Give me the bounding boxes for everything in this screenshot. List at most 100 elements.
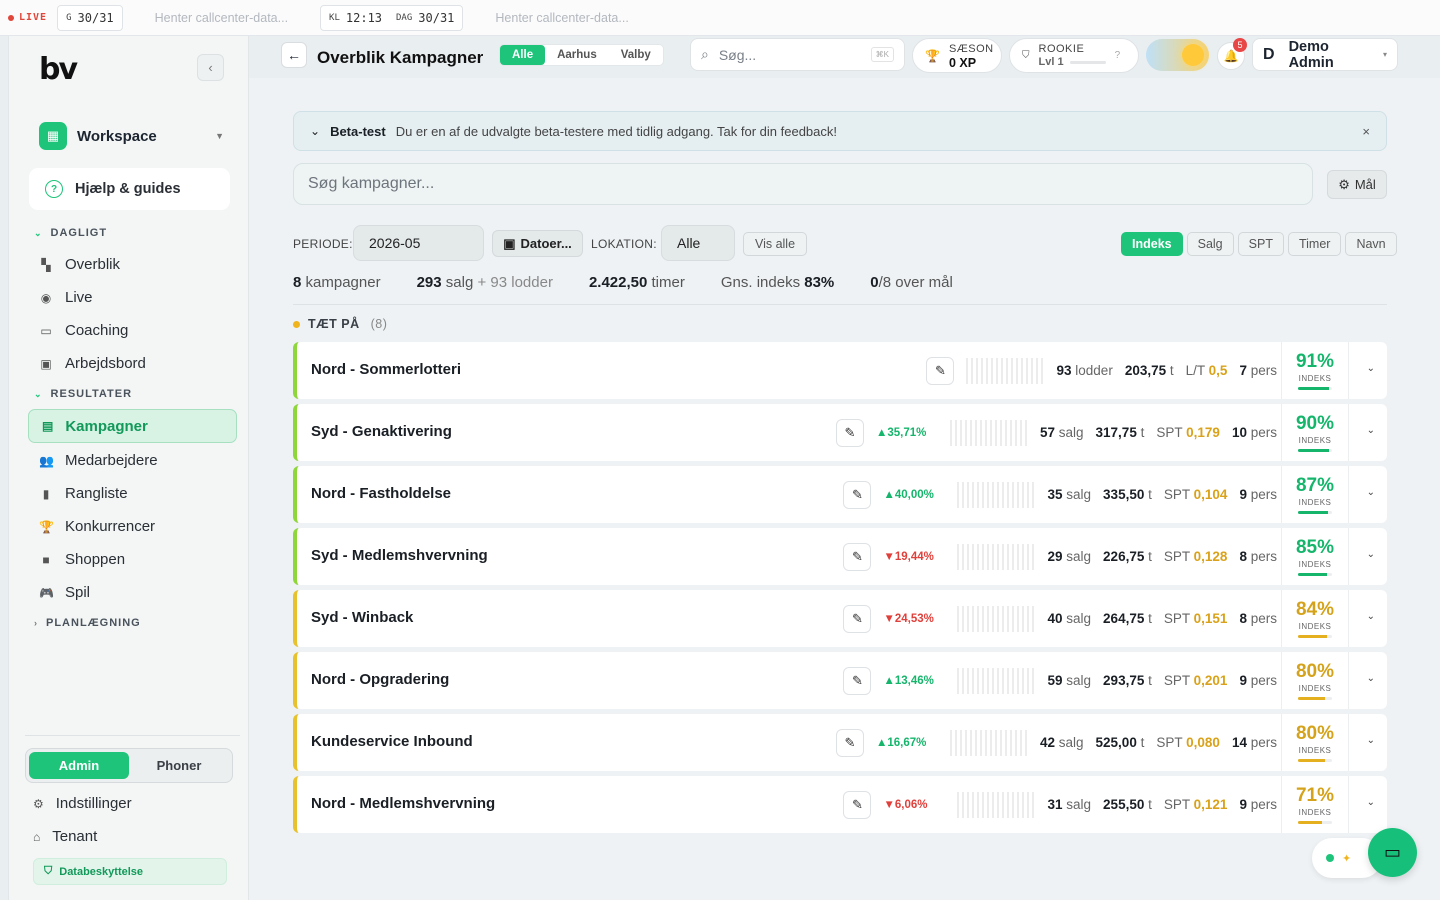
sidebar-item-overblik[interactable]: ▚ Overblik xyxy=(39,256,120,273)
period-input[interactable]: 2026-05 xyxy=(353,225,484,261)
logo[interactable]: bv xyxy=(39,52,78,87)
sort-spt[interactable]: SPT xyxy=(1237,232,1284,256)
back-button[interactable]: ← xyxy=(281,42,307,68)
tab-alle[interactable]: Alle xyxy=(500,45,546,65)
chevron-down-icon[interactable]: ⌄ xyxy=(1367,363,1375,374)
edit-button[interactable]: ✎ xyxy=(843,542,872,571)
flask-icon: ⌄ xyxy=(310,124,321,138)
sidebar-item-label: Shoppen xyxy=(65,551,126,568)
close-icon[interactable]: × xyxy=(1362,124,1370,139)
index-box: 91% INDEKS xyxy=(1281,342,1349,399)
sidebar-item-shoppen[interactable]: ■ Shoppen xyxy=(39,551,125,568)
chat-button[interactable]: ▭ xyxy=(1368,828,1417,877)
location-select[interactable]: Alle xyxy=(661,225,735,261)
stat-value: 8 xyxy=(1239,611,1247,626)
index-label: INDEKS xyxy=(1298,435,1332,445)
edit-button[interactable]: ✎ xyxy=(835,728,864,757)
campaign-row[interactable]: Syd - Genaktivering ✎ ▲35,71% 57 salg 31… xyxy=(293,404,1387,461)
show-all-button[interactable]: Vis alle xyxy=(743,232,807,256)
avatar: D xyxy=(1263,45,1275,63)
stat-value: 9 xyxy=(1239,673,1247,688)
stat-unit: salg xyxy=(1066,673,1092,688)
stat-persons: 14 pers xyxy=(1232,735,1277,750)
campaign-row[interactable]: Kundeservice Inbound ✎ ▲16,67% 42 salg 5… xyxy=(293,714,1387,771)
sidebar-item-rangliste[interactable]: ▮ Rangliste xyxy=(39,485,128,502)
sidebar-item-medarbejdere[interactable]: 👥 Medarbejdere xyxy=(39,452,158,469)
rookie-level-badge[interactable]: ⛉ ROOKIE Lvl 1 ? xyxy=(1009,38,1139,73)
campaign-row[interactable]: Syd - Winback ✎ ▼24,53% 40 salg 264,75 t… xyxy=(293,590,1387,647)
privacy-link[interactable]: ⛉ Databeskyttelse xyxy=(33,858,227,885)
stat-value: 93 xyxy=(1056,363,1072,378)
pencil-icon: ✎ xyxy=(844,734,856,750)
chevron-down-icon[interactable]: ⌄ xyxy=(1367,549,1375,560)
stat-hours: 335,50 t xyxy=(1103,487,1152,502)
stat-value: 335,50 xyxy=(1103,487,1145,502)
sidebar-item-konkurrencer[interactable]: 🏆 Konkurrencer xyxy=(39,518,155,535)
ticker-key: KL xyxy=(329,12,340,23)
sort-timer[interactable]: Timer xyxy=(1287,232,1342,256)
role-phoner-button[interactable]: Phoner xyxy=(129,752,229,779)
sidebar-item-tenant[interactable]: ⌂ Tenant xyxy=(33,828,97,845)
chevron-down-icon[interactable]: ⌄ xyxy=(1367,487,1375,498)
edit-button[interactable]: ✎ xyxy=(926,356,955,385)
sidebar-item-arbejdsbord[interactable]: ▣ Arbejdsbord xyxy=(39,355,146,372)
pencil-icon: ✎ xyxy=(852,610,863,626)
campaign-row[interactable]: Syd - Medlemshvervning ✎ ▼19,44% 29 salg… xyxy=(293,528,1387,585)
edit-button[interactable]: ✎ xyxy=(843,666,872,695)
goals-button[interactable]: ⚙ Mål xyxy=(1327,170,1387,199)
edit-button[interactable]: ✎ xyxy=(843,604,872,633)
campaign-row[interactable]: Nord - Fastholdelse ✎ ▲40,00% 35 salg 33… xyxy=(293,466,1387,523)
sort-navn[interactable]: Navn xyxy=(1345,232,1397,256)
help-guides-button[interactable]: ? Hjælp & guides xyxy=(29,168,230,210)
section-results[interactable]: ⌄ RESULTATER xyxy=(34,388,132,400)
privacy-label: Databeskyttelse xyxy=(59,865,144,878)
tab-valby[interactable]: Valby xyxy=(609,45,663,65)
section-planning[interactable]: › PLANLÆGNING xyxy=(34,617,141,629)
stat-hours: 255,50 t xyxy=(1103,797,1152,812)
chevron-down-icon[interactable]: ⌄ xyxy=(1367,735,1375,746)
sort-indeks[interactable]: Indeks xyxy=(1121,232,1183,256)
edit-button[interactable]: ✎ xyxy=(843,480,872,509)
sort-salg[interactable]: Salg xyxy=(1186,232,1234,256)
campaign-row[interactable]: Nord - Medlemshvervning ✎ ▼6,06% 31 salg… xyxy=(293,776,1387,833)
stat-value: 14 xyxy=(1231,735,1247,750)
sidebar-item-settings[interactable]: ⚙ Indstillinger xyxy=(33,795,132,812)
workspace-selector[interactable]: ▦ Workspace ▼ xyxy=(39,122,224,150)
rookie-level: Lvl 1 xyxy=(1038,55,1064,68)
sidebar-item-coaching[interactable]: ▭ Coaching xyxy=(39,322,128,339)
sparkline xyxy=(957,667,1036,694)
chevron-down-icon[interactable]: ⌄ xyxy=(1367,425,1375,436)
stat-unit: t xyxy=(1148,487,1152,502)
trend-badge: ▲40,00% xyxy=(883,488,934,501)
campaign-row[interactable]: Nord - Sommerlotteri ✎ 93 lodder 203,75 … xyxy=(293,342,1387,399)
stat-unit: salg xyxy=(1066,487,1092,502)
trend-badge: ▼19,44% xyxy=(883,550,934,563)
edit-button[interactable]: ✎ xyxy=(835,418,864,447)
edit-button[interactable]: ✎ xyxy=(843,790,872,819)
section-daily[interactable]: ⌄ DAGLIGT xyxy=(34,227,107,239)
collapse-sidebar-button[interactable]: ‹ xyxy=(197,54,224,81)
global-search-input[interactable]: ⌕ Søg... ⌘K xyxy=(690,38,905,71)
chevron-down-icon[interactable]: ⌄ xyxy=(1367,611,1375,622)
role-admin-button[interactable]: Admin xyxy=(29,752,129,779)
stat-hours: 264,75 t xyxy=(1103,611,1152,626)
index-value: 91% xyxy=(1295,350,1335,372)
chevron-down-icon[interactable]: ⌄ xyxy=(1367,797,1375,808)
sidebar-item-label: Live xyxy=(65,289,93,306)
chevron-down-icon[interactable]: ⌄ xyxy=(1367,673,1375,684)
sidebar-item-kampagner[interactable]: ▤ Kampagner xyxy=(28,409,237,443)
sidebar-item-live[interactable]: ◉ Live xyxy=(39,289,93,306)
dates-button[interactable]: ▣ Datoer... xyxy=(492,230,583,257)
user-menu[interactable]: D Demo Admin ▾ xyxy=(1252,38,1398,71)
theme-toggle[interactable] xyxy=(1146,39,1209,71)
season-xp-badge[interactable]: 🏆 SÆSON 0 XP xyxy=(912,38,1002,73)
stat-unit: salg xyxy=(1066,797,1092,812)
stat-unit: salg xyxy=(1066,611,1092,626)
campaign-row[interactable]: Nord - Opgradering ✎ ▲13,46% 59 salg 293… xyxy=(293,652,1387,709)
sidebar-item-spil[interactable]: 🎮 Spil xyxy=(39,584,90,601)
campaign-search-input[interactable]: Søg kampagner... xyxy=(293,163,1313,205)
section-label: PLANLÆGNING xyxy=(46,617,141,629)
tab-aarhus[interactable]: Aarhus xyxy=(545,45,609,65)
stat-unit: t xyxy=(1148,611,1152,626)
chevron-left-icon: ‹ xyxy=(208,60,213,75)
